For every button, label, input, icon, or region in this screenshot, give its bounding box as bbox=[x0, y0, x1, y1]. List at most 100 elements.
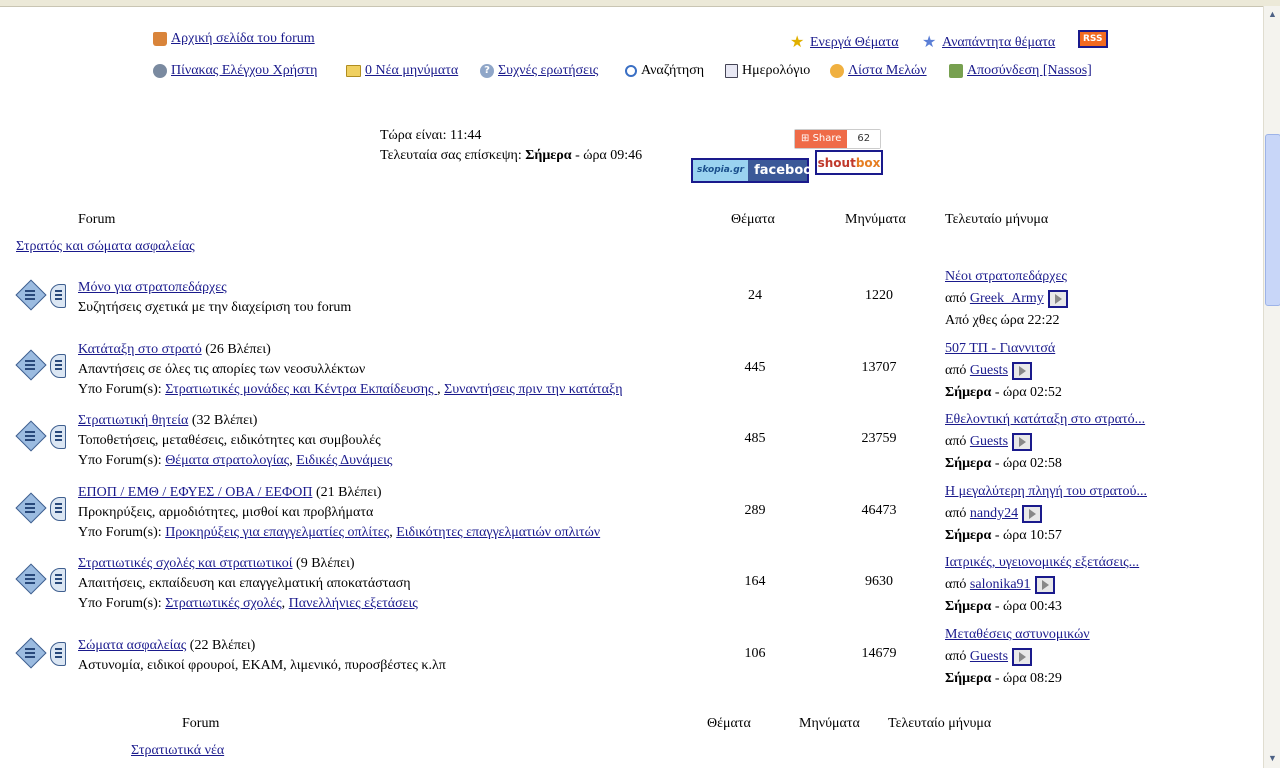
forum-last-post: Νέοι στρατοπεδάρχες από Greek_Army Από χ… bbox=[945, 266, 1068, 332]
last-post-time: - ώρα 02:58 bbox=[991, 456, 1062, 471]
last-post-title-link[interactable]: Ιατρικές, υγειονομικές εξετάσεις... bbox=[945, 555, 1139, 570]
forum-title-link[interactable]: Μόνο για στρατοπεδάρχες bbox=[78, 280, 227, 295]
faq-link[interactable]: Συχνές ερωτήσεις bbox=[498, 63, 598, 79]
vertical-scrollbar[interactable]: ▲ ▼ bbox=[1263, 6, 1280, 768]
rss-button[interactable]: RSS bbox=[1078, 30, 1108, 48]
subforum-link[interactable]: Στρατιωτικές μονάδες και Κέντρα Εκπαίδευ… bbox=[165, 382, 437, 397]
nav-messages[interactable]: 0 Νέα μηνύματα bbox=[346, 63, 458, 79]
scroll-thumb[interactable] bbox=[1265, 134, 1280, 306]
scroll-up-icon[interactable]: ▲ bbox=[1266, 8, 1279, 21]
header-posts: Μηνύματα bbox=[845, 212, 906, 227]
forum-description: Συζητήσεις σχετικά με την διαχείριση του… bbox=[78, 300, 352, 315]
last-post-day: Σήμερα bbox=[945, 385, 992, 400]
forum-status-icon bbox=[15, 563, 66, 595]
forum-viewers: (9 Βλέπει) bbox=[292, 556, 355, 571]
nav-control-panel[interactable]: Πίνακας Ελέγχου Χρήστη bbox=[153, 63, 318, 79]
header2-last-post: Τελευταίο μήνυμα bbox=[888, 716, 992, 731]
last-post-title-link[interactable]: Η μεγαλύτερη πληγή του στρατού... bbox=[945, 484, 1147, 499]
subforum-link[interactable]: Θέματα στρατολογίας bbox=[165, 453, 289, 468]
go-to-post-icon[interactable] bbox=[1012, 361, 1033, 380]
nav-calendar[interactable]: Ημερολόγιο bbox=[725, 63, 810, 79]
go-to-post-icon[interactable] bbox=[1034, 575, 1055, 594]
control-panel-link[interactable]: Πίνακας Ελέγχου Χρήστη bbox=[171, 63, 318, 79]
forum-read-icon bbox=[15, 563, 47, 595]
share-label[interactable]: ⊞ Share bbox=[795, 130, 848, 148]
rss-icon[interactable]: RSS bbox=[1078, 30, 1108, 48]
last-post-by: από bbox=[945, 649, 970, 664]
forum-title-link[interactable]: Κατάταξη στο στρατό bbox=[78, 342, 202, 357]
category2-link[interactable]: Στρατιωτικά νέα bbox=[131, 743, 224, 759]
subforum-link[interactable]: Ειδικές Δυνάμεις bbox=[296, 453, 392, 468]
logout-link[interactable]: Αποσύνδεση [Nassos] bbox=[967, 63, 1092, 79]
forum-title-link[interactable]: Σώματα ασφαλείας bbox=[78, 638, 186, 653]
active-topics-link[interactable]: Ενεργά Θέματα bbox=[810, 35, 899, 51]
nav-members[interactable]: Λίστα Μελών bbox=[830, 63, 927, 79]
nav-faq[interactable]: ? Συχνές ερωτήσεις bbox=[480, 63, 598, 79]
calendar-icon bbox=[725, 64, 738, 78]
forum-row: Σώματα ασφαλείας (22 Βλέπει) Αστυνομία, … bbox=[78, 636, 446, 676]
go-to-post-icon[interactable] bbox=[1012, 432, 1033, 451]
facebook-banner[interactable]: skopia.gr facebook bbox=[691, 158, 821, 183]
last-post-title-link[interactable]: Νέοι στρατοπεδάρχες bbox=[945, 269, 1067, 284]
subforum-link[interactable]: Συναντήσεις πριν την κατάταξη bbox=[444, 382, 622, 397]
messages-link[interactable]: 0 Νέα μηνύματα bbox=[365, 63, 458, 79]
last-post-time: - ώρα 10:57 bbox=[991, 528, 1062, 543]
forum-title-link[interactable]: ΕΠΟΠ / ΕΜΘ / ΕΦΥΕΣ / ΟΒΑ / ΕΕΦΟΠ bbox=[78, 485, 312, 500]
nav-home[interactable]: Αρχική σελίδα του forum bbox=[153, 31, 315, 47]
members-link[interactable]: Λίστα Μελών bbox=[848, 63, 927, 79]
forum-description: Τοποθετήσεις, μεταθέσεις, ειδικότητες κα… bbox=[78, 433, 381, 448]
subforum-label: Υπο Forum(s): bbox=[78, 382, 166, 397]
header2-topics: Θέματα bbox=[707, 716, 751, 731]
subforum-link[interactable]: Προκηρύξεις για επαγγελματίες οπλίτες bbox=[165, 525, 389, 540]
last-post-user-link[interactable]: Greek_Army bbox=[970, 291, 1044, 306]
last-post-user-link[interactable]: nandy24 bbox=[970, 506, 1018, 521]
last-post-title-link[interactable]: Εθελοντική κατάταξη στο στρατό... bbox=[945, 412, 1145, 427]
subforum-link[interactable]: Ειδικότητες επαγγελματιών οπλιτών bbox=[396, 525, 600, 540]
nav-logout[interactable]: Αποσύνδεση [Nassos] bbox=[949, 63, 1092, 79]
last-post-by: από bbox=[945, 363, 970, 378]
share-button[interactable]: ⊞ Share 62 bbox=[794, 129, 882, 149]
forum-title-link[interactable]: Στρατιωτικές σχολές και στρατιωτικοί bbox=[78, 556, 293, 571]
forum-row: Στρατιωτική θητεία (32 Βλέπει) Τοποθετήσ… bbox=[78, 411, 392, 471]
last-post-by: από bbox=[945, 577, 970, 592]
last-post-user-link[interactable]: Guests bbox=[970, 649, 1008, 664]
forum-posts-count: 46473 bbox=[861, 503, 897, 518]
forum-row: Στρατιωτικές σχολές και στρατιωτικοί (9 … bbox=[78, 554, 418, 614]
search-label[interactable]: Αναζήτηση bbox=[641, 63, 704, 79]
nav-active-topics[interactable]: ★ Ενεργά Θέματα bbox=[790, 35, 899, 51]
last-post-title-link[interactable]: 507 ΤΠ - Γιαννιτσά bbox=[945, 341, 1055, 356]
shoutbox-button[interactable]: shoutbox bbox=[815, 150, 883, 175]
nav-search[interactable]: Αναζήτηση bbox=[625, 63, 704, 79]
forum-read-icon bbox=[15, 279, 47, 311]
forum-last-post: 507 ΤΠ - Γιαννιτσά από Guests Σήμερα - ώ… bbox=[945, 338, 1062, 404]
last-post-user-link[interactable]: salonika91 bbox=[970, 577, 1031, 592]
last-post-user-link[interactable]: Guests bbox=[970, 434, 1008, 449]
forum-title-link[interactable]: Στρατιωτική θητεία bbox=[78, 413, 188, 428]
subforum-label: Υπο Forum(s): bbox=[78, 596, 166, 611]
category-link[interactable]: Στρατός και σώματα ασφαλείας bbox=[16, 239, 195, 255]
forum-topics-count: 289 bbox=[744, 503, 766, 518]
last-visit: Τελευταία σας επίσκεψη: Σήμερα - ώρα 09:… bbox=[380, 148, 642, 164]
subforum-link[interactable]: Στρατιωτικές σχολές bbox=[165, 596, 281, 611]
last-post-title-link[interactable]: Μεταθέσεις αστυνομικών bbox=[945, 627, 1090, 642]
header2-posts: Μηνύματα bbox=[799, 716, 860, 731]
subforum-link[interactable]: Πανελλήνιες εξετάσεις bbox=[289, 596, 418, 611]
nav-unanswered[interactable]: ★ Αναπάντητα θέματα bbox=[922, 35, 1055, 51]
forum-subforum-icon bbox=[48, 638, 66, 666]
forum-viewers: (21 Βλέπει) bbox=[312, 485, 382, 500]
forum-status-icon bbox=[15, 420, 66, 452]
go-to-post-icon[interactable] bbox=[1012, 647, 1033, 666]
scroll-down-icon[interactable]: ▼ bbox=[1266, 752, 1279, 765]
header-last-post: Τελευταίο μήνυμα bbox=[945, 212, 1049, 227]
home-link[interactable]: Αρχική σελίδα του forum bbox=[171, 31, 315, 47]
go-to-post-icon[interactable] bbox=[1022, 504, 1043, 523]
forum-subforum-icon bbox=[48, 564, 66, 592]
last-post-user-link[interactable]: Guests bbox=[970, 363, 1008, 378]
go-to-post-icon[interactable] bbox=[1047, 289, 1068, 308]
header-topics: Θέματα bbox=[731, 212, 775, 227]
last-visit-time: - ώρα 09:46 bbox=[571, 148, 643, 163]
mail-icon bbox=[346, 65, 361, 77]
unanswered-link[interactable]: Αναπάντητα θέματα bbox=[942, 35, 1055, 51]
calendar-label[interactable]: Ημερολόγιο bbox=[742, 63, 810, 79]
forum-posts-count: 9630 bbox=[865, 574, 893, 589]
